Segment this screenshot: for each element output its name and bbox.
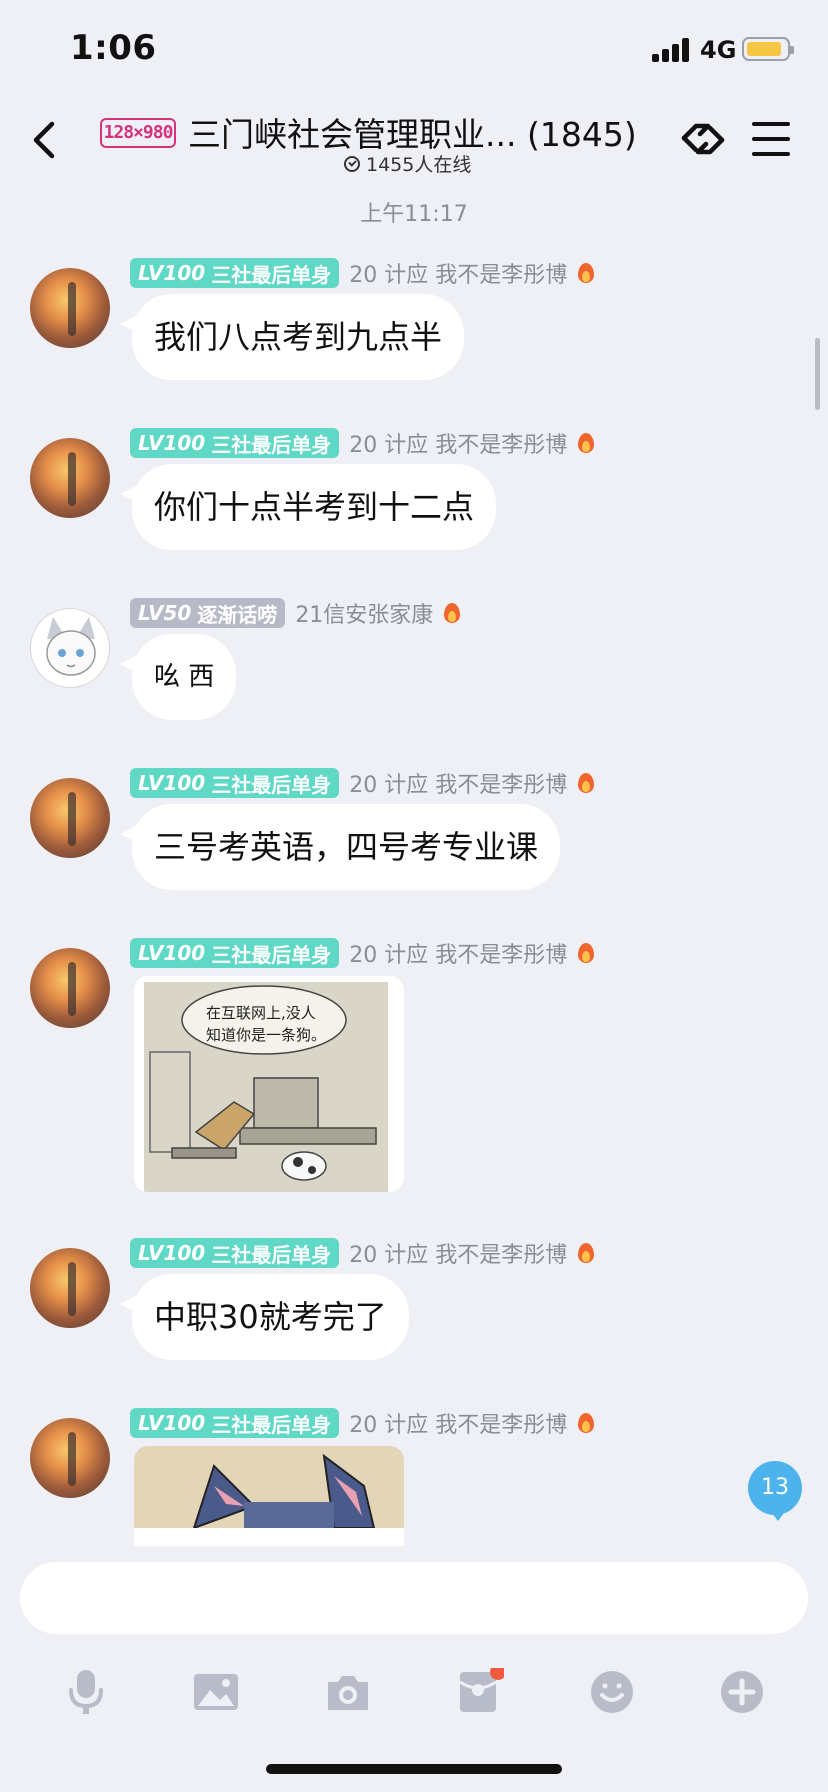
battery-icon: [742, 37, 794, 61]
message-meta: LV100 三社最后单身 20 计应 我不是李彤博: [130, 258, 595, 288]
level-badge: LV100 三社最后单身: [130, 768, 340, 798]
chevron-left-icon: [33, 121, 55, 159]
sender-name[interactable]: 20 计应 我不是李彤博: [349, 257, 567, 289]
more-button[interactable]: [718, 1668, 766, 1716]
message-meta: LV100 三社最后单身 20 计应 我不是李彤博: [130, 428, 595, 458]
microphone-icon: [69, 1670, 103, 1714]
sender-name[interactable]: 20 计应 我不是李彤博: [349, 1407, 567, 1439]
group-logo: 128×980: [100, 118, 176, 148]
link-icon: [681, 123, 725, 155]
home-indicator[interactable]: [266, 1764, 562, 1774]
message-meta: LV100 三社最后单身 20 计应 我不是李彤博: [130, 1238, 595, 1268]
online-check-icon: [344, 155, 360, 172]
plus-icon: [721, 1671, 763, 1713]
flame-icon: [577, 1241, 595, 1265]
signal-icon: [652, 38, 692, 62]
message-bubble[interactable]: 吆 西: [119, 634, 237, 720]
sender-name[interactable]: 20 计应 我不是李彤博: [349, 937, 567, 969]
sender-name[interactable]: 21信安张家康: [295, 597, 433, 629]
level-badge: LV100 三社最后单身: [130, 428, 340, 458]
input-area: [0, 1546, 828, 1792]
voice-button[interactable]: [62, 1668, 110, 1716]
link-button[interactable]: [678, 114, 728, 164]
avatar[interactable]: [30, 778, 110, 858]
red-packet-icon: [459, 1664, 506, 1712]
avatar[interactable]: [30, 438, 110, 518]
status-time: 1:06: [70, 28, 157, 68]
sender-name[interactable]: 20 计应 我不是李彤博: [349, 1237, 567, 1269]
flame-icon: [577, 1411, 595, 1435]
level-badge: LV50 逐渐话唠: [130, 598, 286, 628]
time-separator: 上午11:17: [360, 202, 468, 227]
image-caption: 在互联网上,没人 知道你是一条狗。: [206, 1004, 327, 1044]
status-bar: 1:06 4G: [0, 0, 828, 96]
anime-avatar-icon: [46, 617, 96, 676]
message-meta: LV100 三社最后单身 20 计应 我不是李彤博: [130, 768, 595, 798]
back-button[interactable]: [26, 116, 66, 164]
level-badge: LV100 三社最后单身: [130, 1408, 340, 1438]
dog-cartoon-image: 在互联网上,没人 知道你是一条狗。: [144, 982, 388, 1192]
sender-name[interactable]: 20 计应 我不是李彤博: [349, 767, 567, 799]
online-status[interactable]: 1455人在线: [344, 150, 471, 177]
avatar[interactable]: [30, 1418, 110, 1498]
chat-header: 128×980 三门峡社会管理职业... (1845) 1455人在线: [0, 96, 828, 184]
emoji-button[interactable]: [588, 1668, 636, 1716]
red-packet-button[interactable]: [456, 1664, 506, 1716]
level-badge: LV100 三社最后单身: [130, 938, 340, 968]
group-title[interactable]: 三门峡社会管理职业... (1845): [188, 108, 637, 156]
image-icon: [194, 1674, 238, 1710]
image-message[interactable]: [134, 1446, 404, 1546]
avatar[interactable]: [30, 608, 110, 688]
avatar[interactable]: [30, 268, 110, 348]
message-meta: LV100 三社最后单身 20 计应 我不是李彤博: [130, 938, 595, 968]
unread-count-badge[interactable]: 13: [748, 1461, 802, 1521]
cat-cartoon-image: [134, 1446, 404, 1528]
image-message[interactable]: 在互联网上,没人 知道你是一条狗。: [134, 976, 404, 1192]
scrollbar[interactable]: [815, 338, 820, 410]
group-name: 三门峡社会管理职业...: [188, 115, 517, 154]
sender-name[interactable]: 20 计应 我不是李彤博: [349, 427, 567, 459]
message-meta: LV50 逐渐话唠 21信安张家康: [130, 598, 461, 628]
message-bubble[interactable]: 你们十点半考到十二点: [119, 464, 497, 550]
emoji-icon: [591, 1671, 633, 1713]
flame-icon: [443, 601, 461, 625]
message-meta: LV100 三社最后单身 20 计应 我不是李彤博: [130, 1408, 595, 1438]
level-badge: LV100 三社最后单身: [130, 258, 340, 288]
avatar[interactable]: [30, 1248, 110, 1328]
online-count: 1455人在线: [366, 154, 472, 176]
message-list[interactable]: 上午11:17 LV100 三社最后单身 20 计应 我不是李彤博 我们八点考到九…: [0, 184, 828, 1546]
network-label: 4G: [700, 36, 737, 64]
flame-icon: [577, 431, 595, 455]
flame-icon: [577, 941, 595, 965]
flame-icon: [577, 771, 595, 795]
image-button[interactable]: [192, 1668, 240, 1716]
chat-screen: 1:06 4G 128×980 三门峡社会管理职业... (1845) 1455…: [0, 0, 828, 1792]
message-input[interactable]: [20, 1562, 808, 1634]
level-badge: LV100 三社最后单身: [130, 1238, 340, 1268]
avatar[interactable]: [30, 948, 110, 1028]
message-bubble[interactable]: 我们八点考到九点半: [119, 294, 465, 380]
camera-icon: [328, 1676, 368, 1710]
member-count: (1845): [526, 115, 637, 154]
camera-button[interactable]: [324, 1668, 372, 1716]
input-toolbar: [0, 1650, 828, 1730]
flame-icon: [577, 261, 595, 285]
message-bubble[interactable]: 中职30就考完了: [120, 1274, 409, 1360]
message-bubble[interactable]: 三号考英语，四号考专业课: [119, 804, 561, 890]
menu-button[interactable]: [752, 122, 790, 156]
